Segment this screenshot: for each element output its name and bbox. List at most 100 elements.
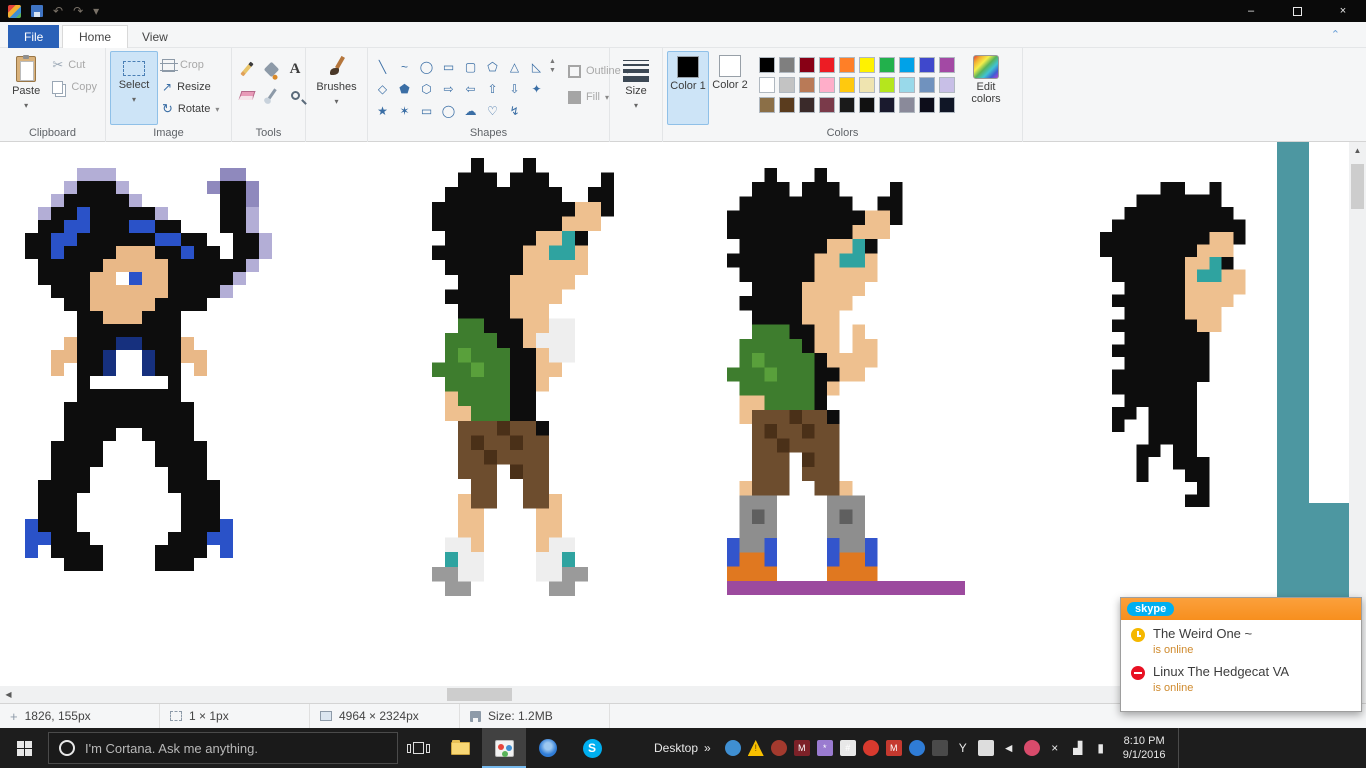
palette-swatch[interactable] — [819, 57, 835, 73]
shape-tool[interactable]: ◯ — [416, 56, 437, 77]
palette-swatch[interactable] — [939, 97, 955, 113]
cut-button[interactable]: ✂ Cut — [48, 55, 101, 75]
undo-icon[interactable]: ↶ — [53, 5, 63, 17]
eraser-tool[interactable] — [236, 83, 258, 107]
shape-tool[interactable]: ▭ — [438, 56, 459, 77]
redo-icon[interactable]: ↷ — [73, 5, 83, 17]
pencil-tool[interactable] — [236, 57, 258, 81]
shape-tool[interactable]: ★ — [372, 100, 393, 121]
skype-contact-notification[interactable]: The Weird One ~ is online — [1121, 620, 1361, 658]
shape-tool[interactable]: ▢ — [460, 56, 481, 77]
shape-tool[interactable]: ✦ — [526, 78, 547, 99]
start-button[interactable] — [0, 728, 48, 768]
shape-tool[interactable]: ◺ — [526, 56, 547, 77]
shape-tool[interactable]: ╲ — [372, 56, 393, 77]
size-button[interactable]: Size — [614, 51, 658, 137]
palette-swatch[interactable] — [819, 77, 835, 93]
tray-battery-icon[interactable]: ▮ — [1093, 740, 1109, 756]
shape-tool[interactable]: ✶ — [394, 100, 415, 121]
cortana-search-input[interactable]: I'm Cortana. Ask me anything. — [48, 732, 398, 764]
shape-tool[interactable]: ◯ — [438, 100, 459, 121]
tray-mail-icon[interactable]: M — [885, 740, 902, 756]
palette-swatch[interactable] — [759, 57, 775, 73]
tray-blue-circle-icon[interactable] — [908, 740, 925, 756]
desktop-chevron-icon[interactable]: » — [704, 741, 711, 755]
close-button[interactable]: × — [1320, 0, 1366, 22]
task-view-button[interactable] — [398, 728, 438, 768]
palette-swatch[interactable] — [859, 57, 875, 73]
palette-swatch[interactable] — [779, 77, 795, 93]
tab-view[interactable]: View — [126, 25, 184, 48]
palette-swatch[interactable] — [759, 77, 775, 93]
paste-button[interactable]: Paste — [4, 51, 48, 125]
crop-button[interactable]: Crop — [158, 55, 223, 75]
shape-tool[interactable]: ⬠ — [482, 56, 503, 77]
tray-warning-icon[interactable]: ! — [747, 740, 764, 756]
palette-swatch[interactable] — [879, 57, 895, 73]
palette-swatch[interactable] — [859, 77, 875, 93]
vertical-scroll-thumb[interactable] — [1351, 164, 1364, 209]
palette-swatch[interactable] — [819, 97, 835, 113]
palette-swatch[interactable] — [879, 97, 895, 113]
tray-network-icon[interactable]: ▟ — [1070, 740, 1086, 756]
shape-tool[interactable]: △ — [504, 56, 525, 77]
tray-maroon-m-icon[interactable]: M — [793, 740, 810, 756]
palette-swatch[interactable] — [839, 97, 855, 113]
taskbar-app-paint[interactable] — [482, 728, 526, 768]
tray-red-icon[interactable] — [770, 740, 787, 756]
scroll-up-arrow-icon[interactable]: ▲ — [1349, 142, 1366, 159]
paint-app-icon[interactable] — [8, 4, 21, 18]
tray-white-icon[interactable] — [977, 740, 994, 756]
palette-swatch[interactable] — [899, 57, 915, 73]
palette-swatch[interactable] — [879, 77, 895, 93]
shape-tool[interactable]: ⇦ — [460, 78, 481, 99]
scroll-left-arrow-icon[interactable]: ◀ — [0, 686, 17, 703]
palette-swatch[interactable] — [799, 57, 815, 73]
tray-usb-icon[interactable]: Y — [955, 740, 971, 756]
palette-swatch[interactable] — [919, 57, 935, 73]
rotate-button[interactable]: ↻ Rotate ▾ — [158, 99, 223, 119]
shapes-scroll-up-icon[interactable]: ▲ — [549, 58, 556, 65]
magnifier-tool[interactable] — [284, 83, 306, 107]
fill-tool[interactable] — [260, 57, 282, 81]
taskbar-clock[interactable]: 8:10 PM 9/1/2016 — [1123, 734, 1176, 762]
skype-contact-notification[interactable]: Linux The Hedgecat VA is online — [1121, 658, 1361, 696]
tray-red-circle-icon[interactable] — [862, 740, 879, 756]
palette-swatch[interactable] — [839, 57, 855, 73]
text-tool[interactable]: A — [284, 57, 306, 81]
palette-swatch[interactable] — [939, 57, 955, 73]
quick-access-caret-icon[interactable]: ▾ — [93, 5, 99, 17]
shape-tool[interactable]: ~ — [394, 56, 415, 77]
shape-tool[interactable]: ⬡ — [416, 78, 437, 99]
shape-tool[interactable]: ⇨ — [438, 78, 459, 99]
horizontal-scroll-thumb[interactable] — [447, 688, 512, 701]
palette-swatch[interactable] — [799, 97, 815, 113]
taskbar-app-file-explorer[interactable] — [438, 728, 482, 768]
maximize-button[interactable] — [1274, 0, 1320, 22]
tray-pink-icon[interactable] — [1023, 740, 1040, 756]
brushes-button[interactable]: Brushes — [313, 51, 361, 137]
shape-tool[interactable]: ◇ — [372, 78, 393, 99]
palette-swatch[interactable] — [759, 97, 775, 113]
shape-tool[interactable] — [526, 100, 547, 121]
tab-home[interactable]: Home — [62, 25, 129, 48]
palette-swatch[interactable] — [779, 57, 795, 73]
taskbar-app-skype[interactable]: S — [570, 728, 614, 768]
palette-swatch[interactable] — [859, 97, 875, 113]
color1-button[interactable]: Color 1 — [667, 51, 709, 125]
desktop-toolbar[interactable]: Desktop » — [654, 741, 711, 755]
select-button[interactable]: Select — [110, 51, 158, 125]
shape-tool[interactable]: ⇧ — [482, 78, 503, 99]
collapse-ribbon-icon[interactable]: ⌃ — [1331, 28, 1340, 41]
shape-tool[interactable]: ↯ — [504, 100, 525, 121]
copy-button[interactable]: Copy — [48, 77, 101, 97]
resize-button[interactable]: ↗ Resize — [158, 77, 223, 97]
shapes-scroll-down-icon[interactable]: ▼ — [549, 67, 556, 74]
shape-tool[interactable]: ⇩ — [504, 78, 525, 99]
shape-tool[interactable]: ▭ — [416, 100, 437, 121]
tab-file[interactable]: File — [8, 25, 60, 48]
palette-swatch[interactable] — [839, 77, 855, 93]
shape-tool[interactable]: ☁ — [460, 100, 481, 121]
edit-colors-button[interactable]: Edit colors — [965, 51, 1007, 125]
palette-swatch[interactable] — [939, 77, 955, 93]
